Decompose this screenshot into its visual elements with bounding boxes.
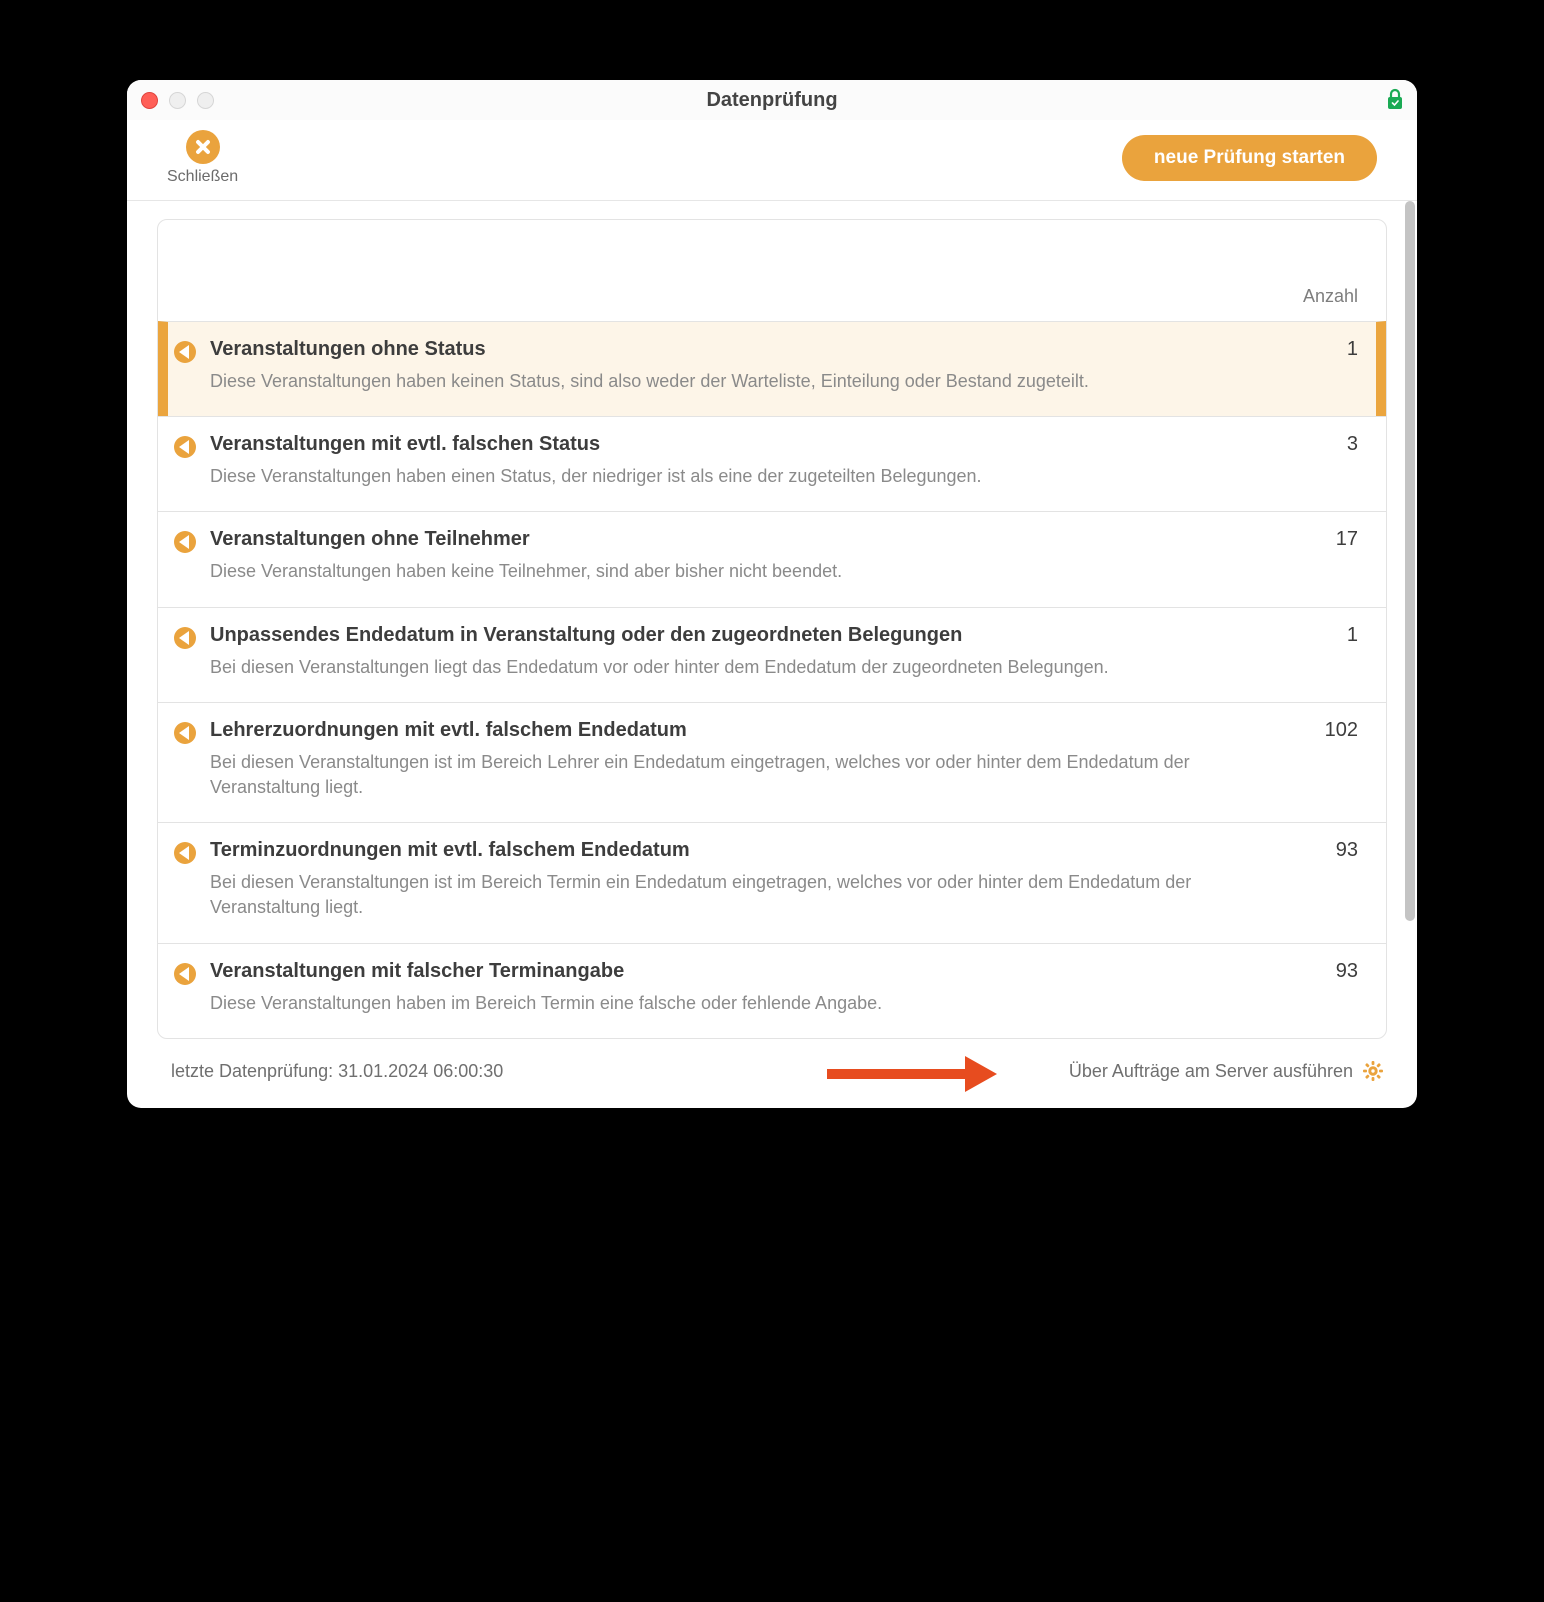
row-count: 3 [1308, 433, 1358, 489]
window-close-button[interactable] [141, 92, 158, 109]
row-body: Lehrerzuordnungen mit evtl. falschem End… [210, 719, 1294, 800]
last-check-label: letzte Datenprüfung: 31.01.2024 06:00:30 [171, 1061, 503, 1082]
expand-left-icon[interactable] [174, 531, 196, 553]
server-execute-action[interactable]: Über Aufträge am Server ausführen [1069, 1061, 1383, 1082]
scrollbar-thumb[interactable] [1405, 201, 1415, 921]
row-title: Unpassendes Endedatum in Veranstaltung o… [210, 624, 1294, 647]
row-title: Terminzuordnungen mit evtl. falschem End… [210, 839, 1294, 862]
row-body: Veranstaltungen ohne Status Diese Veranst… [210, 338, 1294, 394]
window-title: Datenprüfung [127, 89, 1417, 112]
row-description: Diese Veranstaltungen haben keinen Statu… [210, 369, 1250, 394]
expand-left-icon[interactable] [174, 436, 196, 458]
check-row[interactable]: Unpassendes Endedatum in Veranstaltung o… [158, 607, 1386, 702]
toolbar: Schließen neue Prüfung starten [127, 120, 1417, 201]
row-description: Bei diesen Veranstaltungen ist im Bereic… [210, 750, 1250, 800]
lock-icon [1387, 88, 1403, 110]
row-body: Unpassendes Endedatum in Veranstaltung o… [210, 624, 1294, 680]
check-row[interactable]: Terminzuordnungen mit evtl. falschem End… [158, 822, 1386, 942]
titlebar: Datenprüfung [127, 80, 1417, 120]
panel-header: Anzahl [158, 220, 1386, 321]
close-action[interactable]: Schließen [167, 130, 238, 186]
row-body: Veranstaltungen mit falscher Terminangab… [210, 960, 1294, 1016]
check-row[interactable]: Veranstaltungen mit evtl. falschen Statu… [158, 416, 1386, 511]
content: Anzahl Veranstaltungen ohne Status Diese … [127, 201, 1417, 1039]
row-count: 1 [1308, 624, 1358, 680]
row-description: Diese Veranstaltungen haben einen Status… [210, 464, 1250, 489]
server-execute-label: Über Aufträge am Server ausführen [1069, 1061, 1353, 1082]
check-row[interactable]: Veranstaltungen ohne Status Diese Veranst… [158, 321, 1386, 416]
expand-left-icon[interactable] [174, 627, 196, 649]
row-count: 102 [1308, 719, 1358, 800]
start-check-button[interactable]: neue Prüfung starten [1122, 135, 1377, 181]
footer: letzte Datenprüfung: 31.01.2024 06:00:30… [127, 1039, 1417, 1108]
close-label: Schließen [167, 168, 238, 186]
count-column-label: Anzahl [1303, 286, 1358, 307]
row-title: Lehrerzuordnungen mit evtl. falschem End… [210, 719, 1294, 742]
row-count: 1 [1308, 338, 1358, 394]
app-window: Datenprüfung Schließen neue Prüfung star… [127, 80, 1417, 1108]
expand-left-icon[interactable] [174, 722, 196, 744]
row-description: Diese Veranstaltungen haben keine Teilne… [210, 559, 1250, 584]
row-count: 93 [1308, 960, 1358, 1016]
row-body: Veranstaltungen ohne Teilnehmer Diese Ver… [210, 528, 1294, 584]
row-title: Veranstaltungen ohne Teilnehmer [210, 528, 1294, 551]
check-row[interactable]: Veranstaltungen mit falscher Terminangab… [158, 943, 1386, 1038]
check-row[interactable]: Veranstaltungen ohne Teilnehmer Diese Ver… [158, 511, 1386, 606]
traffic-lights [141, 92, 214, 109]
row-description: Bei diesen Veranstaltungen liegt das End… [210, 655, 1250, 680]
row-title: Veranstaltungen mit falscher Terminangab… [210, 960, 1294, 983]
gear-icon [1363, 1061, 1383, 1081]
check-row[interactable]: Lehrerzuordnungen mit evtl. falschem End… [158, 702, 1386, 822]
row-title: Veranstaltungen ohne Status [210, 338, 1294, 361]
window-maximize-button[interactable] [197, 92, 214, 109]
close-icon [186, 130, 220, 164]
row-count: 17 [1308, 528, 1358, 584]
expand-left-icon[interactable] [174, 963, 196, 985]
row-description: Diese Veranstaltungen haben im Bereich T… [210, 991, 1250, 1016]
row-body: Veranstaltungen mit evtl. falschen Statu… [210, 433, 1294, 489]
arrow-annotation [827, 1063, 1007, 1083]
window-minimize-button[interactable] [169, 92, 186, 109]
expand-left-icon[interactable] [174, 341, 196, 363]
row-count: 93 [1308, 839, 1358, 920]
results-panel: Anzahl Veranstaltungen ohne Status Diese … [157, 219, 1387, 1039]
expand-left-icon[interactable] [174, 842, 196, 864]
row-description: Bei diesen Veranstaltungen ist im Bereic… [210, 870, 1250, 920]
row-title: Veranstaltungen mit evtl. falschen Statu… [210, 433, 1294, 456]
row-body: Terminzuordnungen mit evtl. falschem End… [210, 839, 1294, 920]
